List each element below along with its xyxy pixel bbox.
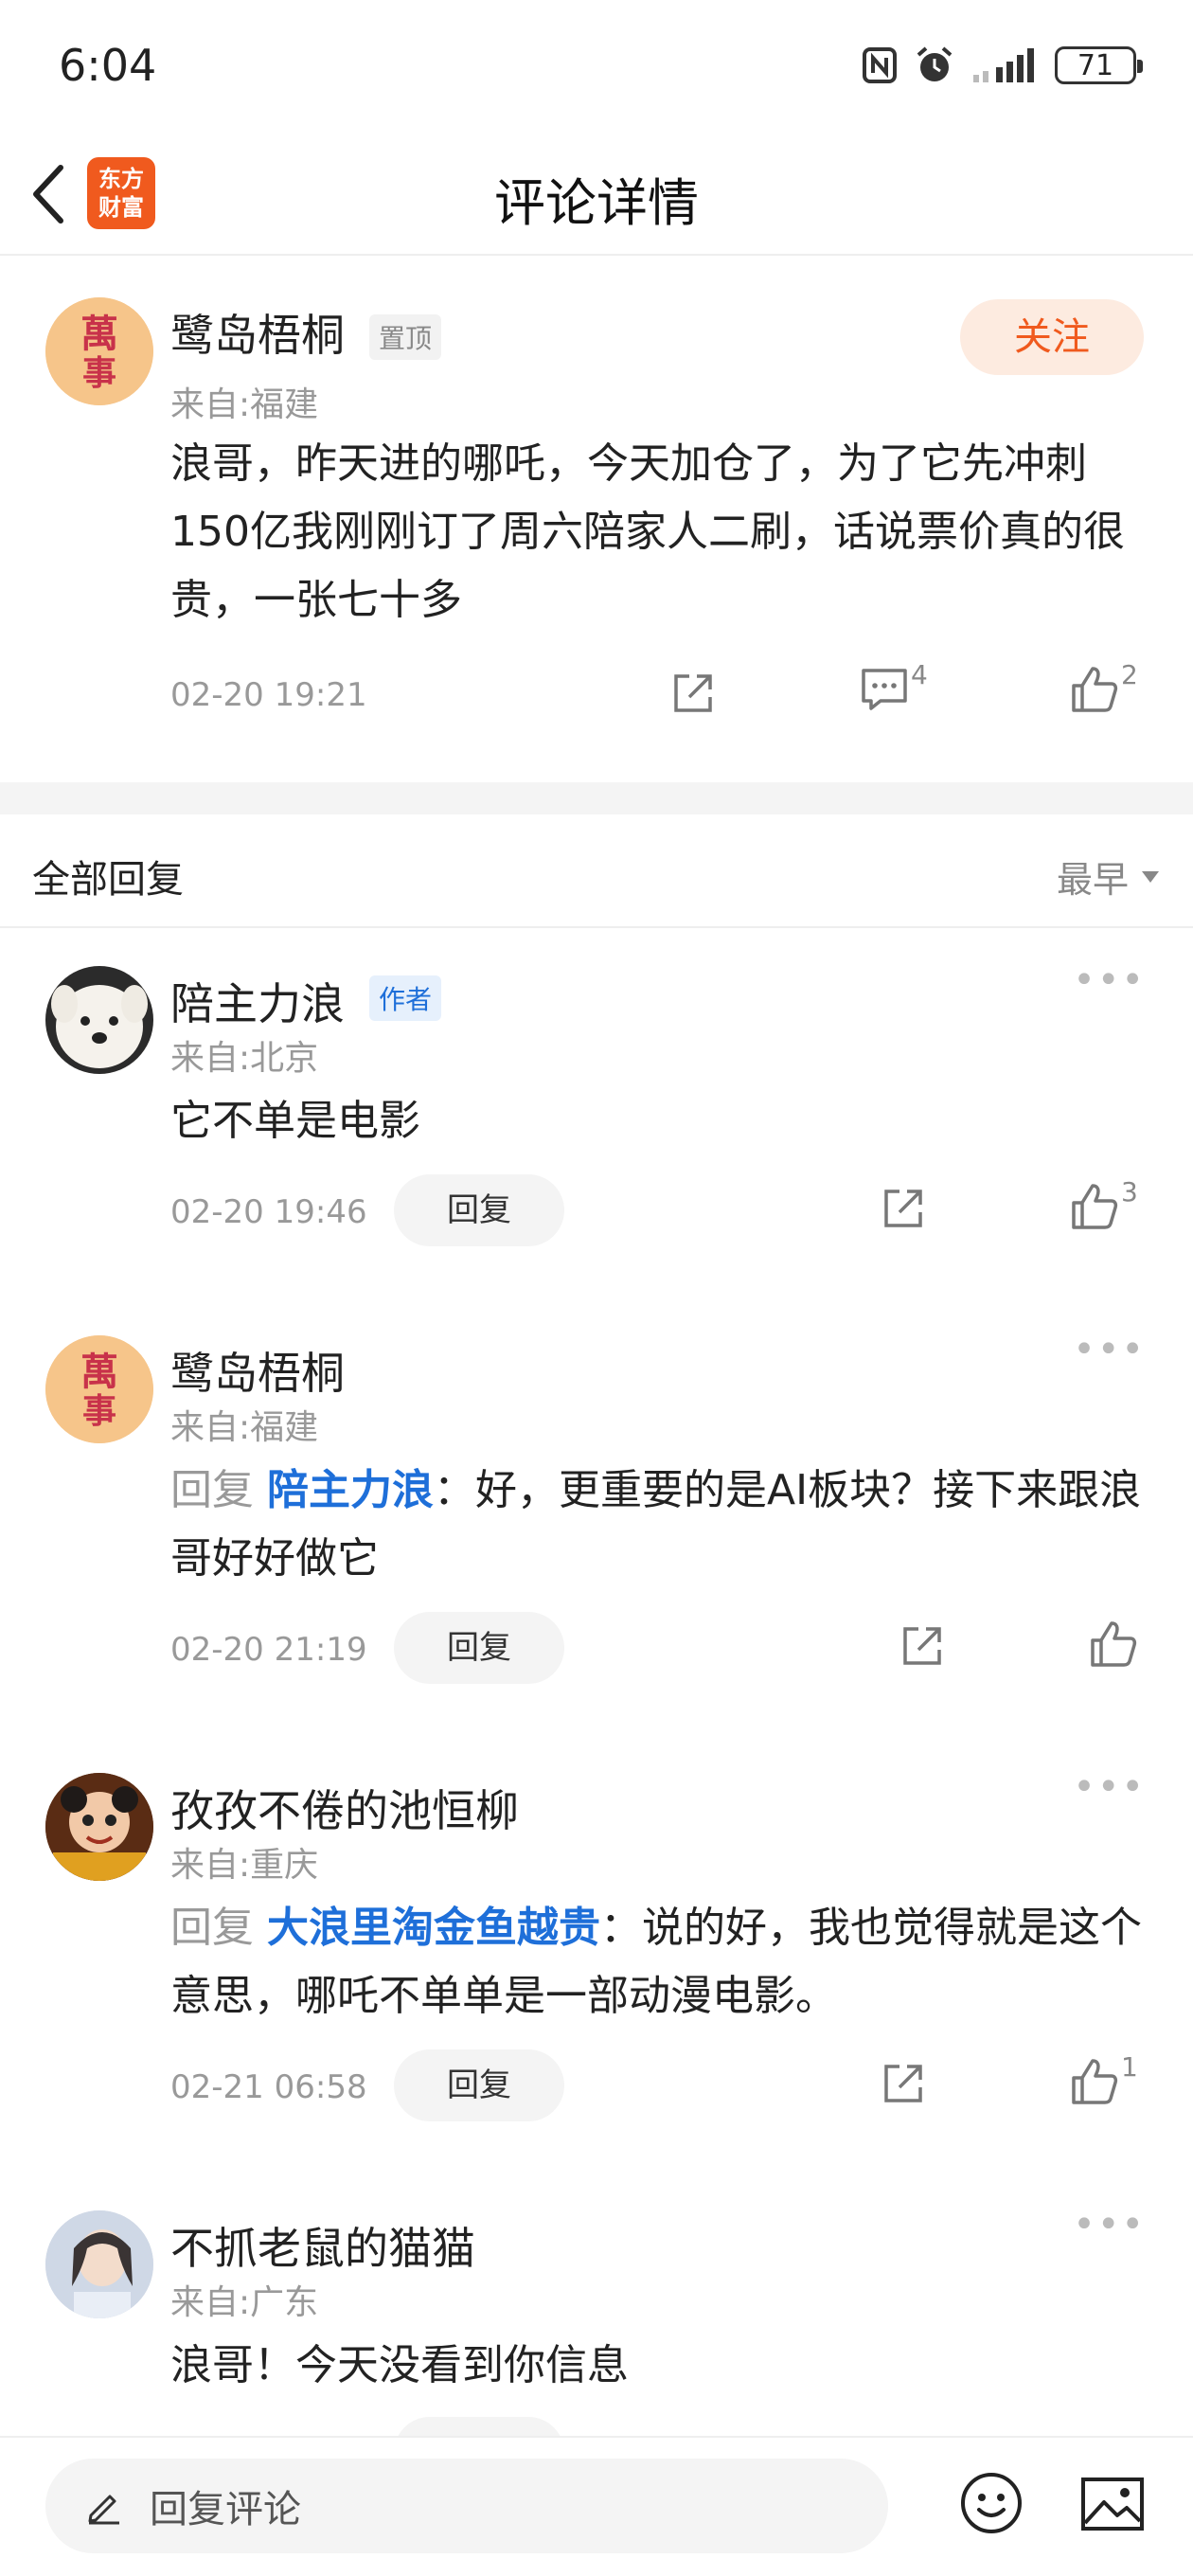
reply-button[interactable]: 回复 (394, 1174, 564, 1246)
share-icon (884, 1190, 922, 1227)
main-comment: 萬事 鹭岛梧桐 置顶 来自:福建 关注 浪哥，昨天进的哪吒，今天加仓了，为了它先… (0, 258, 1193, 784)
reply-prefix: 回复 (170, 1904, 254, 1952)
comment-icon (862, 669, 907, 710)
status-icons: 71 (862, 45, 1143, 85)
comment-time: 02-20 19:21 (170, 676, 367, 714)
location-label: 来自:福建 (170, 1408, 319, 1447)
reply-time: 02-20 21:19 (170, 1631, 367, 1669)
battery-level: 71 (1077, 48, 1114, 82)
like-button[interactable]: 1 (1070, 2051, 1138, 2106)
pencil-icon (88, 2495, 119, 2525)
comment-count: 4 (911, 659, 928, 690)
share-button[interactable] (670, 671, 716, 716)
reply-item: 萬事 鹭岛梧桐 ••• 来自:福建 回复 陪主力浪：好，更重要的是AI板块？接下… (0, 1299, 1193, 1735)
pinned-badge: 置顶 (369, 314, 442, 360)
nezha-avatar-icon (45, 1773, 153, 1881)
sort-dropdown[interactable]: 最早 (1057, 850, 1161, 903)
reply-time: 02-21 06:58 (170, 2068, 367, 2106)
reply-text: 浪哥！今天没看到你信息 (170, 2341, 629, 2389)
share-icon (674, 674, 712, 712)
replies-title: 全部回复 (32, 858, 184, 902)
avatar-seal-icon: 萬事 (45, 297, 153, 405)
like-count: 1 (1121, 2051, 1138, 2083)
comment-text: 浪哥，昨天进的哪吒，今天加仓了，为了它先冲刺150亿我刚刚订了周六陪家人二刷，话… (170, 439, 1125, 624)
thumbs-up-icon (1091, 1621, 1137, 1667)
avatar[interactable]: 萬事 (45, 1335, 153, 1443)
thumbs-up-icon (1072, 667, 1118, 712)
image-icon (1081, 2478, 1144, 2531)
svg-text:事: 事 (82, 1391, 116, 1431)
bottom-bar: 回复评论 (0, 2436, 1193, 2576)
comment-count-button[interactable]: 4 (860, 659, 928, 714)
share-icon (884, 2065, 922, 2102)
location-label: 来自:北京 (170, 1039, 319, 1078)
location-label: 来自:广东 (170, 2283, 319, 2322)
replies-header: 全部回复 最早 (0, 814, 1193, 928)
reply-prefix: 回复 (170, 1466, 254, 1514)
reply-button[interactable]: 回复 (394, 1612, 564, 1684)
avatar[interactable] (45, 1773, 153, 1881)
mention-link[interactable]: 大浪里淘金鱼越贵 (267, 1904, 600, 1952)
like-button[interactable]: 3 (1070, 1176, 1138, 1231)
dog-avatar-icon (45, 966, 153, 1074)
reply-item: 陪主力浪 作者 ••• 来自:北京 它不单是电影 02-20 19:46 回复 … (0, 930, 1193, 1290)
reply-item: 不抓老鼠的猫猫 ••• 来自:广东 浪哥！今天没看到你信息 (0, 2174, 1193, 2436)
svg-text:萬: 萬 (80, 312, 118, 356)
location-label: 来自:重庆 (170, 1846, 319, 1885)
section-divider (0, 782, 1193, 814)
follow-button[interactable]: 关注 (960, 299, 1144, 375)
avatar[interactable]: 萬事 (45, 297, 153, 405)
more-options-icon[interactable]: ••• (1073, 1765, 1146, 1809)
username[interactable]: 不抓老鼠的猫猫 (170, 2214, 475, 2277)
emoji-button[interactable] (958, 2470, 1024, 2540)
reply-button[interactable]: 回复 (394, 2049, 564, 2121)
avatar-seal-icon: 萬事 (45, 1335, 153, 1443)
like-button[interactable] (1089, 1619, 1140, 1669)
username[interactable]: 鹭岛梧桐 (170, 301, 345, 364)
username[interactable]: 鹭岛梧桐 (170, 1339, 345, 1402)
author-badge: 作者 (369, 975, 442, 1021)
username[interactable]: 孜孜不倦的池恒柳 (170, 1777, 519, 1839)
reply-item: 孜孜不倦的池恒柳 ••• 来自:重庆 回复 大浪里淘金鱼越贵：说的好，我也觉得就… (0, 1737, 1193, 2173)
reply-text: 回复 陪主力浪：好，更重要的是AI板块？接下来跟浪哥好好做它 (170, 1457, 1146, 1593)
like-button[interactable]: 2 (1070, 659, 1138, 714)
girl-avatar-icon (45, 2210, 153, 2318)
mention-link[interactable]: 陪主力浪 (267, 1466, 434, 1514)
reply-time: 02-20 19:46 (170, 1193, 367, 1231)
share-icon (903, 1627, 941, 1665)
like-count: 3 (1121, 1176, 1138, 1208)
battery-indicator: 71 (1055, 46, 1143, 84)
more-options-icon[interactable]: ••• (1073, 1328, 1146, 1371)
share-button[interactable] (881, 1186, 926, 1231)
svg-text:萬: 萬 (80, 1350, 118, 1394)
signal-icon (973, 48, 1034, 82)
reply-text: 回复 大浪里淘金鱼越贵：说的好，我也觉得就是这个意思，哪吒不单单是一部动漫电影。 (170, 1894, 1146, 2030)
username[interactable]: 陪主力浪 (170, 970, 345, 1032)
reply-button-partial[interactable] (394, 2417, 564, 2436)
caret-down-icon (1142, 870, 1159, 883)
share-button[interactable] (881, 2061, 926, 2106)
sort-label: 最早 (1056, 859, 1129, 901)
avatar[interactable] (45, 966, 153, 1074)
like-count: 2 (1121, 659, 1138, 690)
more-options-icon[interactable]: ••• (1073, 958, 1146, 1002)
reply-comment-input[interactable]: 回复评论 (45, 2459, 888, 2553)
image-button[interactable] (1079, 2476, 1146, 2536)
thumbs-up-icon (1072, 2059, 1118, 2104)
reply-text: 它不单是电影 (170, 1097, 420, 1145)
emoji-icon (961, 2473, 1022, 2533)
page-title: 评论详情 (494, 173, 699, 233)
avatar[interactable] (45, 2210, 153, 2318)
reply-input-placeholder: 回复评论 (150, 2488, 301, 2531)
more-options-icon[interactable]: ••• (1073, 2203, 1146, 2246)
nfc-icon (863, 47, 897, 83)
nav-bar: 东方 财富 评论详情 (0, 133, 1193, 256)
thumbs-up-icon (1072, 1184, 1118, 1229)
location-label: 来自:福建 (170, 385, 319, 424)
status-time: 6:04 (59, 40, 157, 91)
status-bar: 6:04 71 (0, 0, 1193, 133)
share-button[interactable] (899, 1623, 945, 1669)
alarm-icon (917, 46, 953, 81)
svg-text:事: 事 (82, 353, 116, 393)
